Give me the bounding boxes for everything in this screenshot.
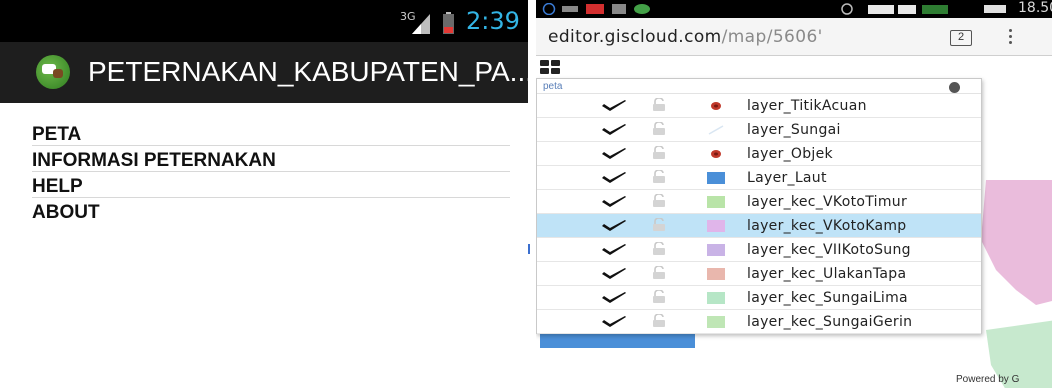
unlock-icon[interactable]: [651, 122, 667, 136]
unlock-icon[interactable]: [651, 314, 667, 328]
layer-list: layer_TitikAcuan layer_Sungai layer_Objek L…: [537, 94, 981, 334]
layer-row[interactable]: layer_kec_SungaiGerin: [537, 310, 981, 334]
fill-symbol-icon: [707, 268, 725, 280]
notification-icon: [612, 4, 626, 14]
layer-name: layer_kec_VIIKotoSung: [747, 242, 911, 258]
app-title: PETERNAKAN_KABUPATEN_PA...: [88, 56, 528, 87]
layer-row[interactable]: layer_kec_VKotoTimur: [537, 190, 981, 214]
unlock-icon[interactable]: [651, 242, 667, 256]
browser-url-bar: editor.giscloud.com/map/5606' 2: [536, 18, 1052, 56]
point-symbol-icon: [711, 150, 721, 158]
fill-symbol-icon: [707, 316, 725, 328]
menu-item-help[interactable]: HELP: [32, 172, 510, 198]
visibility-check-icon[interactable]: [601, 195, 627, 209]
edge-mark: [528, 244, 530, 254]
url-field[interactable]: editor.giscloud.com/map/5606': [548, 27, 823, 47]
visibility-check-icon[interactable]: [601, 147, 627, 161]
notification-icon: [634, 4, 650, 14]
layer-row[interactable]: layer_kec_SungaiLima: [537, 286, 981, 310]
unlock-icon[interactable]: [651, 194, 667, 208]
layer-row[interactable]: layer_kec_VIIKotoSung: [537, 238, 981, 262]
layer-name: layer_Objek: [747, 146, 833, 162]
visibility-check-icon[interactable]: [601, 291, 627, 305]
layer-row[interactable]: Layer_Laut: [537, 166, 981, 190]
battery-icon: [984, 5, 1006, 13]
visibility-check-icon[interactable]: [601, 315, 627, 329]
layer-name: layer_Sungai: [747, 122, 841, 138]
layer-row[interactable]: layer_kec_UlakanTapa: [537, 262, 981, 286]
visibility-check-icon[interactable]: [601, 99, 627, 113]
visibility-check-icon[interactable]: [601, 267, 627, 281]
unlock-icon[interactable]: [651, 266, 667, 280]
notification-icon: [586, 4, 604, 14]
layer-group-name: peta: [543, 81, 563, 92]
signal-icons: [868, 5, 948, 14]
fill-symbol-icon: [707, 196, 725, 208]
notification-icon: [542, 3, 556, 15]
visibility-check-icon[interactable]: [601, 123, 627, 137]
layer-name: layer_TitikAcuan: [747, 98, 867, 114]
layer-name: layer_kec_SungaiLima: [747, 290, 908, 306]
main-menu: PETA INFORMASI PETERNAKAN HELP ABOUT: [32, 120, 510, 224]
layer-group-header[interactable]: peta: [537, 79, 981, 94]
clock: 2:39: [466, 7, 520, 35]
layer-row[interactable]: layer_TitikAcuan: [537, 94, 981, 118]
fill-symbol-icon: [707, 244, 725, 256]
unlock-icon[interactable]: [651, 146, 667, 160]
android-app-screen: 3G 2:39 PETERNAKAN_KABUPATEN_PA... PETA …: [0, 0, 528, 388]
cow-shape-2: [53, 69, 63, 78]
line-symbol-icon: [708, 125, 724, 135]
fill-symbol-icon: [707, 220, 725, 232]
screenshot-divider: [528, 0, 536, 388]
layer-row[interactable]: layer_kec_VKotoKamp: [537, 214, 981, 238]
browser-screen: 18.50 editor.giscloud.com/map/5606' 2 pe…: [536, 0, 1052, 388]
action-bar: PETERNAKAN_KABUPATEN_PA...: [0, 42, 528, 103]
menu-item-about[interactable]: ABOUT: [32, 198, 510, 224]
battery-icon: [443, 12, 454, 34]
status-bar: 3G 2:39: [0, 0, 528, 42]
visibility-check-icon[interactable]: [601, 219, 627, 233]
unlock-icon[interactable]: [651, 98, 667, 112]
layer-name: layer_kec_VKotoKamp: [747, 218, 907, 234]
status-bar: 18.50: [536, 0, 1052, 18]
globe-icon[interactable]: [949, 82, 960, 93]
unlock-icon[interactable]: [651, 170, 667, 184]
layers-toggle-icon[interactable]: [540, 60, 562, 76]
layer-panel: peta layer_TitikAcuan layer_Sungai layer_O…: [536, 78, 982, 334]
fill-symbol-icon: [707, 172, 725, 184]
notification-icon: [562, 6, 578, 12]
url-host: editor.giscloud.com: [548, 27, 722, 47]
map-attribution: Powered by G: [956, 374, 1020, 385]
signal-icon: [412, 14, 430, 34]
layer-name: Layer_Laut: [747, 170, 827, 186]
visibility-check-icon[interactable]: [601, 171, 627, 185]
layer-row[interactable]: layer_Objek: [537, 142, 981, 166]
fill-symbol-icon: [707, 292, 725, 304]
app-logo-icon[interactable]: [36, 55, 70, 89]
screenshot-root: 3G 2:39 PETERNAKAN_KABUPATEN_PA... PETA …: [0, 0, 1052, 388]
overflow-menu-icon[interactable]: [1006, 27, 1014, 47]
layer-row[interactable]: layer_Sungai: [537, 118, 981, 142]
layer-name: layer_kec_SungaiGerin: [747, 314, 913, 330]
unlock-icon[interactable]: [651, 218, 667, 232]
clock: 18.50: [1018, 0, 1052, 16]
url-path: /map/5606': [721, 27, 823, 47]
tab-switcher-button[interactable]: 2: [950, 30, 972, 46]
unlock-icon[interactable]: [651, 290, 667, 304]
visibility-check-icon[interactable]: [601, 243, 627, 257]
alarm-icon: [841, 3, 853, 15]
point-symbol-icon: [711, 102, 721, 110]
menu-item-peta[interactable]: PETA: [32, 120, 510, 146]
layer-name: layer_kec_UlakanTapa: [747, 266, 907, 282]
map-polygon-region: [981, 180, 1052, 388]
layer-name: layer_kec_VKotoTimur: [747, 194, 907, 210]
menu-item-informasi-peternakan[interactable]: INFORMASI PETERNAKAN: [32, 146, 510, 172]
